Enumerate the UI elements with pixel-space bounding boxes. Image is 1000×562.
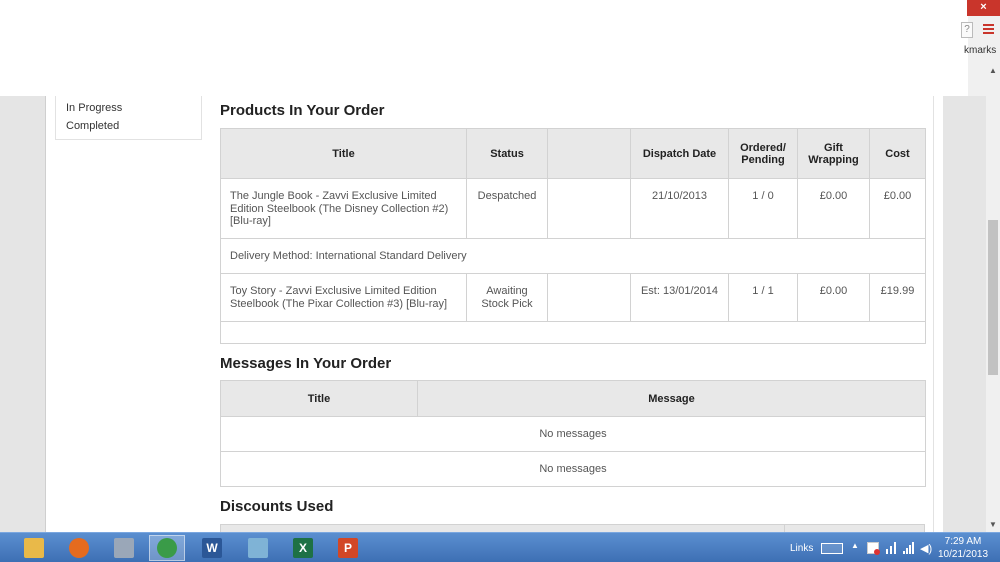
product-extra-cell <box>547 273 631 322</box>
product-ordered-cell: 1 / 1 <box>728 273 798 322</box>
taskbar-app-button[interactable] <box>149 535 185 561</box>
bookmarks-label[interactable]: kmarks <box>964 45 996 56</box>
table-header-row: Title Status Dispatch Date Ordered/ Pend… <box>220 128 926 179</box>
product-gift-cell: £0.00 <box>797 178 870 239</box>
table-header-row: Title Message <box>220 380 926 417</box>
chrome-icon <box>157 538 177 558</box>
window-close-button[interactable]: × <box>967 0 1000 16</box>
product-ordered-cell: 1 / 0 <box>728 178 798 239</box>
messages-table: Title Message No messages No messages <box>220 380 926 487</box>
product-title-cell: Toy Story - Zavvi Exclusive Limited Edit… <box>220 273 467 322</box>
taskbar-app-button[interactable]: X <box>285 535 321 561</box>
links-toolbar-label[interactable]: Links <box>790 533 813 562</box>
scroll-down-icon[interactable]: ▼ <box>986 518 1000 532</box>
action-center-flag-icon[interactable] <box>867 542 880 555</box>
product-title-cell: The Jungle Book - Zavvi Exclusive Limite… <box>220 178 467 239</box>
column-header-gift-wrapping: Gift Wrapping <box>797 128 870 179</box>
products-table: Title Status Dispatch Date Ordered/ Pend… <box>220 128 926 344</box>
signal-strength-icon[interactable] <box>903 542 915 554</box>
column-header-ordered-pending: Ordered/ Pending <box>728 128 798 179</box>
firefox-icon <box>69 538 89 558</box>
column-header-blank <box>547 128 631 179</box>
browser-content-area-blank <box>0 0 1000 96</box>
file-explorer-icon <box>24 538 44 558</box>
table-row: The Jungle Book - Zavvi Exclusive Limite… <box>220 178 926 239</box>
notes-icon <box>248 538 268 558</box>
taskbar-app-button[interactable] <box>61 535 97 561</box>
empty-cell <box>220 321 926 344</box>
browser-menu-icon[interactable] <box>983 24 994 35</box>
empty-row <box>220 321 926 344</box>
keyboard-icon[interactable] <box>821 543 843 554</box>
scroll-up-icon[interactable]: ▲ <box>986 64 1000 78</box>
sidebar-item-in-progress[interactable]: In Progress <box>66 102 122 114</box>
page-margin-right <box>943 96 986 532</box>
show-hidden-icons-icon[interactable]: ▲ <box>851 541 859 550</box>
product-dispatch-cell: Est: 13/01/2014 <box>630 273 729 322</box>
delivery-method-row: Delivery Method: International Standard … <box>220 238 926 274</box>
table-row: No messages <box>220 416 926 452</box>
column-header-dispatch-date: Dispatch Date <box>630 128 729 179</box>
taskbar-app-button[interactable]: W <box>194 535 230 561</box>
clock-time: 7:29 AM <box>944 536 982 547</box>
page-icon[interactable]: ? <box>961 22 973 38</box>
scroll-thumb[interactable] <box>988 220 998 375</box>
discounts-heading: Discounts Used <box>220 498 334 515</box>
product-dispatch-cell: 21/10/2013 <box>630 178 729 239</box>
column-header-title: Title <box>220 128 467 179</box>
calculator-icon <box>114 538 134 558</box>
word-icon: W <box>202 538 222 558</box>
powerpoint-icon: P <box>338 538 358 558</box>
taskbar-app-button[interactable] <box>106 535 142 561</box>
clock-date: 10/21/2013 <box>938 549 989 560</box>
taskbar-app-button[interactable]: P <box>330 535 366 561</box>
product-status-cell: Despatched <box>466 178 548 239</box>
order-status-sidebar: In Progress Completed <box>55 96 202 140</box>
page-margin-left <box>0 96 45 532</box>
message-cell: No messages <box>220 416 926 452</box>
column-header-status: Status <box>466 128 548 179</box>
windows-taskbar: W X P Links ▲ ◀) 7:29 AM 10/21/2013 <box>0 532 1000 562</box>
product-status-cell: Awaiting Stock Pick <box>466 273 548 322</box>
product-cost-cell: £19.99 <box>869 273 926 322</box>
table-row: Toy Story - Zavvi Exclusive Limited Edit… <box>220 273 926 322</box>
message-cell: No messages <box>220 451 926 487</box>
system-clock[interactable]: 7:29 AM 10/21/2013 <box>938 535 988 561</box>
taskbar-app-button[interactable] <box>16 535 52 561</box>
product-cost-cell: £0.00 <box>869 178 926 239</box>
products-heading: Products In Your Order <box>220 102 385 119</box>
sidebar-item-completed[interactable]: Completed <box>66 120 119 132</box>
table-row: No messages <box>220 451 926 487</box>
product-gift-cell: £0.00 <box>797 273 870 322</box>
discounts-table <box>220 524 925 533</box>
column-header-message: Message <box>417 380 926 417</box>
taskbar-app-button[interactable] <box>240 535 276 561</box>
volume-icon[interactable]: ◀) <box>920 542 932 555</box>
product-extra-cell <box>547 178 631 239</box>
messages-heading: Messages In Your Order <box>220 355 392 372</box>
page-border-right <box>933 96 934 532</box>
excel-icon: X <box>293 538 313 558</box>
page-border-left <box>45 96 46 532</box>
network-icon[interactable] <box>885 542 897 554</box>
delivery-method-cell: Delivery Method: International Standard … <box>220 238 926 274</box>
column-header-title: Title <box>220 380 418 417</box>
column-header-cost: Cost <box>869 128 926 179</box>
vertical-scrollbar[interactable]: ▲ ▼ <box>986 60 1000 532</box>
